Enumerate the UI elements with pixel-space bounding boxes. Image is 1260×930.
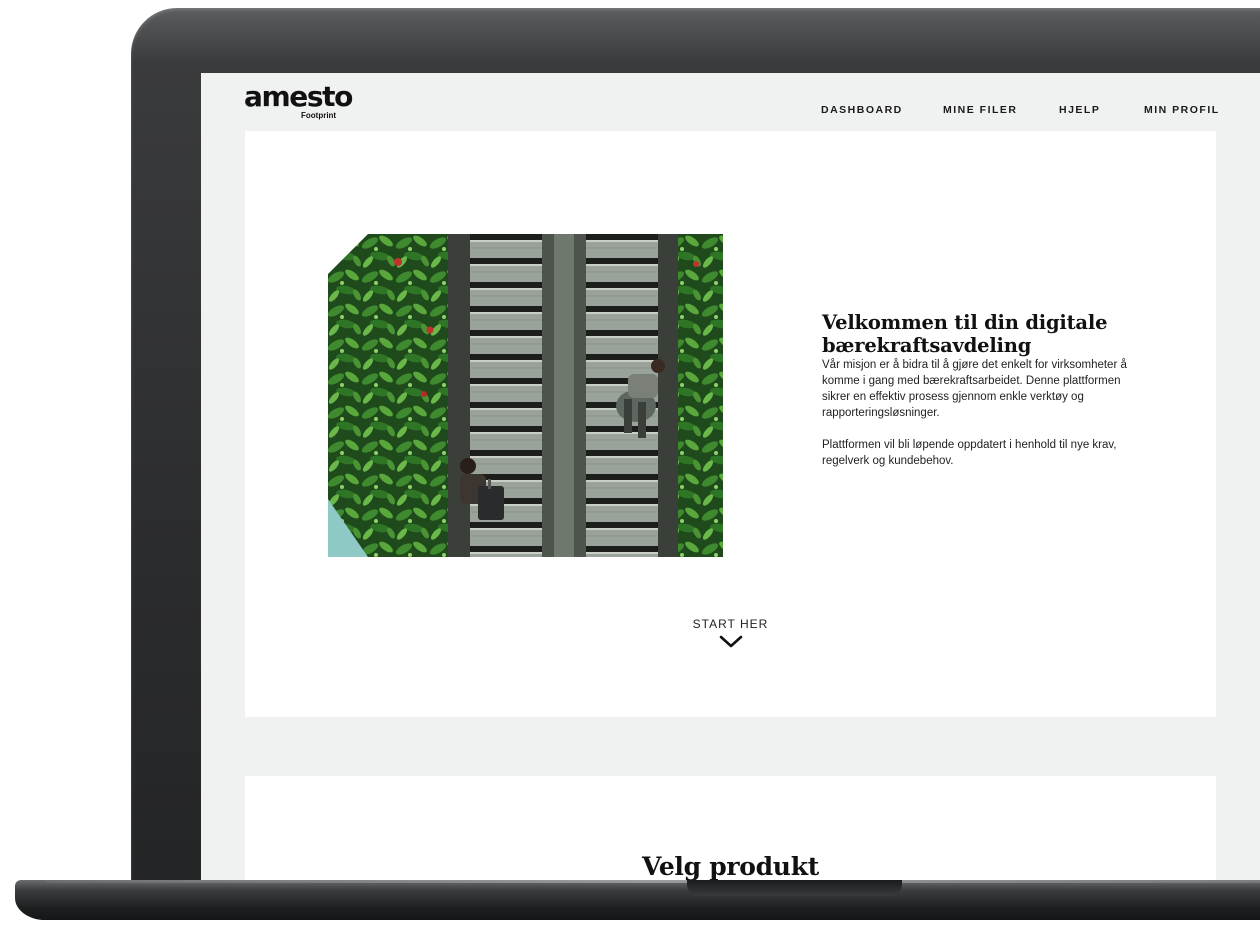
base-highlight xyxy=(45,880,1260,883)
hero-card: Velkommen til din digitale bærekraftsavd… xyxy=(245,131,1216,717)
site-header: amesto Footprint DASHBOARD MINE FILER HJ… xyxy=(201,73,1260,131)
nav-item-hjelp[interactable]: HJELP xyxy=(1059,104,1100,116)
hero-paragraph-mission: Vår misjon er å bidra til å gjøre det en… xyxy=(822,359,1127,419)
product-section-title: Velg produkt xyxy=(642,852,819,881)
main-nav: DASHBOARD MINE FILER HJELP MIN PROFIL xyxy=(201,104,1260,118)
product-section: Velg produkt xyxy=(245,776,1216,881)
hero-title: Velkommen til din digitale bærekraftsavd… xyxy=(822,311,1108,357)
chevron-down-icon[interactable] xyxy=(719,635,743,654)
hero-paragraph-updates: Plattformen vil bli løpende oppdatert i … xyxy=(822,439,1117,467)
laptop-screen: amesto Footprint DASHBOARD MINE FILER HJ… xyxy=(201,73,1260,881)
nav-item-dashboard[interactable]: DASHBOARD xyxy=(821,104,903,116)
escalator-photo xyxy=(328,234,723,557)
laptop-base xyxy=(15,880,1260,920)
nav-item-min-profil[interactable]: MIN PROFIL xyxy=(1144,104,1220,116)
start-here-label: START HER xyxy=(692,617,769,631)
start-here-button[interactable]: START HER xyxy=(245,617,1216,654)
lid-notch xyxy=(687,880,902,896)
nav-item-mine-filer[interactable]: MINE FILER xyxy=(943,104,1018,116)
hero-text-block: Velkommen til din digitale bærekraftsavd… xyxy=(822,311,1142,469)
hero-image xyxy=(328,234,723,557)
